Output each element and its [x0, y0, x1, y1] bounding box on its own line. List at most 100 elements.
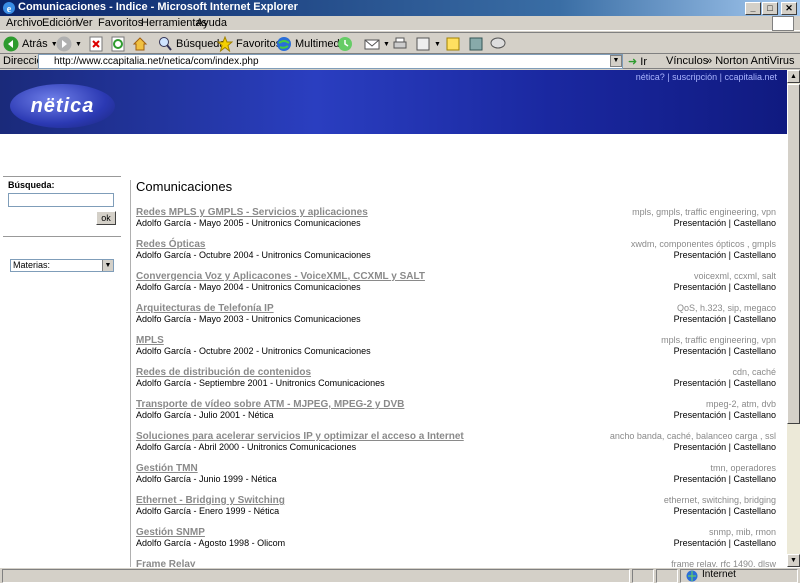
article-tags[interactable]: QoS, h.323, sip, megaco — [677, 303, 776, 313]
site-banner: nëtica nética? | suscripción | ccapitali… — [0, 70, 787, 134]
refresh-icon — [111, 36, 125, 52]
article-tags[interactable]: frame relay, rfc 1490, dlsw — [671, 559, 776, 567]
mail-button[interactable]: ▼ — [364, 35, 390, 53]
article-tags[interactable]: xwdm, componentes ópticos , gmpls — [631, 239, 776, 249]
edit-icon — [416, 37, 430, 51]
search-input[interactable] — [8, 193, 114, 207]
article-title-link[interactable]: Convergencia Voz y Aplicacones - VoiceXM… — [136, 271, 425, 282]
menu-archivo[interactable]: Archivo — [6, 17, 43, 29]
article-meta: Adolfo García - Septiembre 2001 - Unitro… — [136, 378, 385, 388]
minimize-button[interactable]: _ — [745, 2, 761, 15]
home-button[interactable] — [132, 35, 148, 53]
article-language-links[interactable]: Presentación | Castellano — [674, 474, 776, 484]
article-tags[interactable]: tmn, operadores — [710, 463, 776, 473]
menu-ayuda[interactable]: Ayuda — [196, 17, 227, 29]
article-item: Redes MPLS y GMPLS - Servicios y aplicac… — [136, 207, 776, 233]
article-tags[interactable]: mpls, traffic engineering, vpn — [661, 335, 776, 345]
article-tags[interactable]: snmp, mib, rmon — [709, 527, 776, 537]
research-button[interactable] — [468, 35, 484, 53]
article-language-links[interactable]: Presentación | Castellano — [674, 378, 776, 388]
favorites-button[interactable]: Favoritos — [217, 35, 281, 53]
article-item: Convergencia Voz y Aplicacones - VoiceXM… — [136, 271, 776, 297]
materias-select[interactable]: Materias: ▼ — [10, 259, 114, 272]
refresh-button[interactable] — [110, 35, 126, 53]
article-item: Gestión TMN Adolfo García - Junio 1999 - … — [136, 463, 776, 489]
article-title-link[interactable]: Redes de distribución de contenidos — [136, 367, 311, 378]
status-bar: Internet — [0, 567, 800, 583]
article-item: Redes de distribución de contenidos Adolf… — [136, 367, 776, 393]
links-button[interactable]: Vínculos — [666, 55, 708, 67]
status-pane-2 — [656, 569, 678, 583]
article-title-link[interactable]: Arquitecturas de Telefonía IP — [136, 303, 274, 314]
top-links[interactable]: nética? | suscripción | ccapitalia.net — [636, 72, 777, 82]
vertical-scrollbar[interactable]: ▲ ▼ — [787, 70, 800, 567]
stop-button[interactable] — [88, 35, 104, 53]
menu-favoritos[interactable]: Favoritos — [98, 17, 143, 29]
printer-icon — [393, 37, 407, 49]
article-tags[interactable]: mpls, gmpls, traffic engineering, vpn — [632, 207, 776, 217]
article-meta: Adolfo García - Mayo 2004 - Unitronics C… — [136, 282, 361, 292]
article-title-link[interactable]: Soluciones para acelerar servicios IP y … — [136, 431, 464, 442]
notes-button[interactable] — [445, 35, 461, 53]
maximize-button[interactable]: □ — [762, 2, 778, 15]
article-tags[interactable]: mpeg-2, atm, dvb — [706, 399, 776, 409]
status-zone-label: Internet — [702, 569, 736, 580]
article-tags[interactable]: ancho banda, caché, balanceo carga , ssl — [610, 431, 776, 441]
article-title-link[interactable]: Gestión TMN — [136, 463, 198, 474]
article-tags[interactable]: voicexml, ccxml, salt — [694, 271, 776, 281]
article-title-link[interactable]: Redes MPLS y GMPLS - Servicios y aplicac… — [136, 207, 368, 218]
messenger-button[interactable] — [490, 35, 506, 53]
search-ok-button[interactable]: ok — [96, 211, 116, 225]
article-language-links[interactable]: Presentación | Castellano — [674, 538, 776, 548]
forward-button[interactable]: ▼ — [56, 35, 82, 53]
back-label: Atrás — [22, 38, 48, 50]
article-language-links[interactable]: Presentación | Castellano — [674, 346, 776, 356]
address-input[interactable]: http://www.ccapitalia.net/netica/com/ind… — [38, 54, 623, 69]
article-language-links[interactable]: Presentación | Castellano — [674, 282, 776, 292]
article-language-links[interactable]: Presentación | Castellano — [674, 314, 776, 324]
internet-zone-icon — [686, 570, 698, 582]
mail-icon — [364, 39, 380, 50]
article-item: Soluciones para acelerar servicios IP y … — [136, 431, 776, 457]
article-language-links[interactable]: Presentación | Castellano — [674, 410, 776, 420]
article-title-link[interactable]: Transporte de vídeo sobre ATM - MJPEG, M… — [136, 399, 404, 410]
article-item: Gestión SNMP Adolfo García - Agosto 1998 … — [136, 527, 776, 553]
article-item: Ethernet - Bridging y Switching Adolfo Ga… — [136, 495, 776, 521]
toolbar: Atrás ▼ ▼ Búsqueda Favoritos Multimedia … — [0, 32, 800, 54]
scroll-down-icon[interactable]: ▼ — [787, 554, 800, 567]
article-title-link[interactable]: Frame Relay — [136, 559, 195, 567]
back-button[interactable]: Atrás ▼ — [3, 35, 58, 53]
history-button[interactable] — [337, 35, 353, 53]
article-title-link[interactable]: Ethernet - Bridging y Switching — [136, 495, 285, 506]
article-language-links[interactable]: Presentación | Castellano — [674, 506, 776, 516]
menu-edicion[interactable]: Edición — [42, 17, 78, 29]
menu-ver[interactable]: Ver — [76, 17, 93, 29]
edit-button[interactable]: ▼ — [415, 35, 441, 53]
article-title-link[interactable]: Redes Ópticas — [136, 239, 205, 250]
svg-text:e: e — [7, 4, 12, 15]
print-button[interactable] — [392, 35, 408, 53]
search-button[interactable]: Búsqueda — [157, 35, 226, 53]
site-logo[interactable]: nëtica — [10, 84, 115, 128]
article-title-link[interactable]: MPLS — [136, 335, 164, 346]
article-meta: Adolfo García - Abril 2000 - Unitronics … — [136, 442, 357, 452]
article-language-links[interactable]: Presentación | Castellano — [674, 218, 776, 228]
chevron-down-icon: ▼ — [102, 260, 113, 271]
article-language-links[interactable]: Presentación | Castellano — [674, 250, 776, 260]
window-title: Comunicaciones - Indice - Microsoft Inte… — [18, 1, 298, 13]
address-dropdown-icon[interactable]: ▼ — [610, 55, 622, 67]
article-meta: Adolfo García - Julio 2001 - Nética — [136, 410, 274, 420]
windows-logo-icon — [772, 16, 794, 31]
article-tags[interactable]: cdn, caché — [732, 367, 776, 377]
scroll-up-icon[interactable]: ▲ — [787, 70, 800, 83]
scroll-thumb[interactable] — [787, 84, 800, 424]
article-tags[interactable]: ethernet, switching, bridging — [664, 495, 776, 505]
article-title-link[interactable]: Gestión SNMP — [136, 527, 205, 538]
materias-value: Materias: — [13, 260, 51, 270]
forward-arrow-icon — [56, 36, 72, 52]
star-icon — [217, 36, 233, 52]
close-button[interactable]: ✕ — [781, 2, 797, 15]
go-button[interactable]: ➜ Ir — [628, 55, 647, 68]
article-language-links[interactable]: Presentación | Castellano — [674, 442, 776, 452]
article-item: Transporte de vídeo sobre ATM - MJPEG, M… — [136, 399, 776, 425]
